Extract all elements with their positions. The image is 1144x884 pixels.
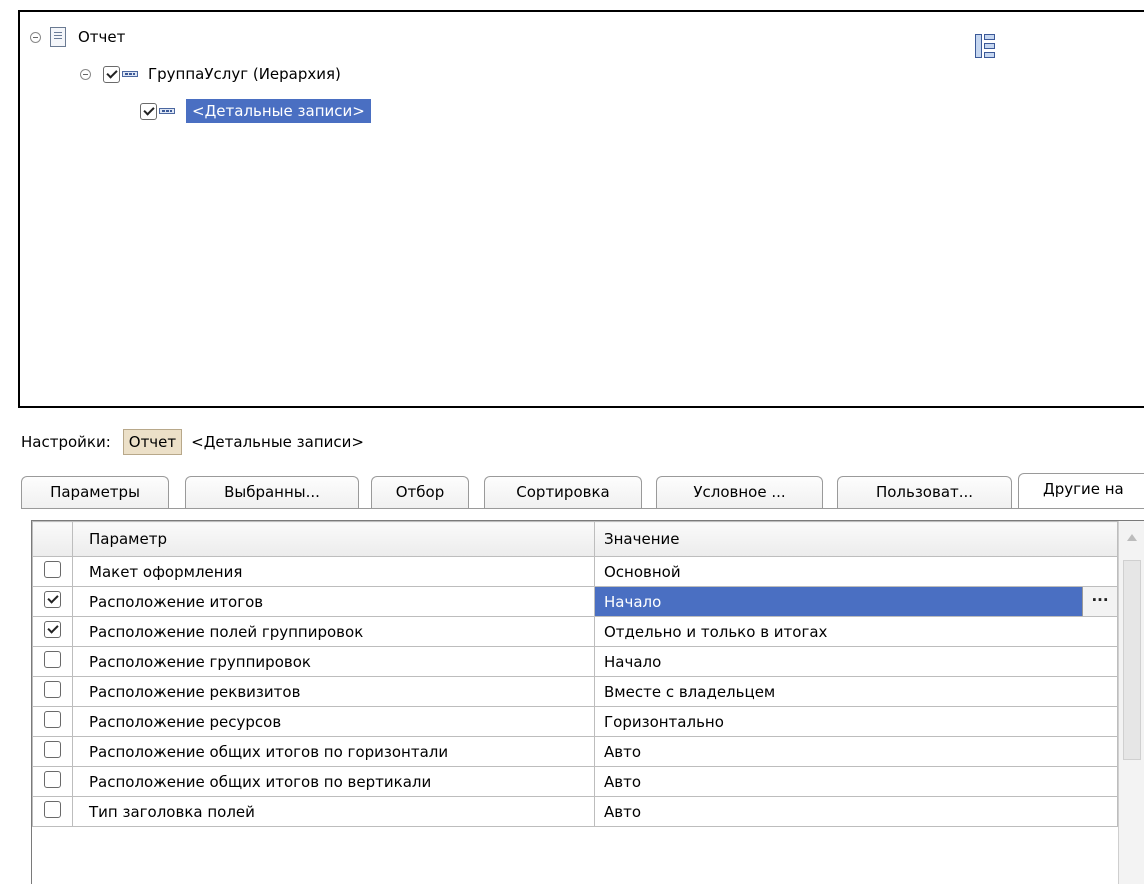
settings-selector: Настройки: Отчет <Детальные записи>	[21, 427, 364, 457]
table-row[interactable]: Расположение реквизитов Вместе с владель…	[32, 676, 1118, 707]
row-parameter[interactable]: Расположение реквизитов	[72, 676, 595, 707]
row-parameter[interactable]: Расположение общих итогов по вертикали	[72, 766, 595, 797]
structure-view-icon[interactable]	[975, 34, 995, 58]
table-header-row: Параметр Значение	[32, 521, 1118, 557]
row-parameter[interactable]: Расположение полей группировок	[72, 616, 595, 647]
row-parameter[interactable]: Расположение ресурсов	[72, 706, 595, 737]
row-checkbox-cell	[32, 586, 73, 617]
group-checkbox[interactable]	[103, 65, 120, 83]
table-row[interactable]: Расположение общих итогов по вертикали А…	[32, 766, 1118, 797]
tree-node-group-label: ГруппаУслуг (Иерархия)	[148, 65, 341, 83]
tab-user-fields[interactable]: Пользоват...	[837, 476, 1012, 509]
row-checkbox-cell	[32, 616, 73, 647]
row-checkbox[interactable]	[44, 771, 61, 788]
settings-detail-records-link[interactable]: <Детальные записи>	[191, 433, 364, 451]
table-row[interactable]: Расположение ресурсов Горизонтально	[32, 706, 1118, 737]
tree-node-service-group[interactable]: ГруппаУслуг (Иерархия)	[80, 62, 341, 86]
row-checkbox[interactable]	[44, 621, 61, 638]
collapse-icon[interactable]	[30, 31, 41, 43]
tree-node-report-label: Отчет	[78, 28, 126, 46]
table-row[interactable]: Расположение группировок Начало	[32, 646, 1118, 677]
row-parameter[interactable]: Тип заголовка полей	[72, 796, 595, 827]
row-value[interactable]: Отдельно и только в итогах	[594, 616, 1118, 647]
row-checkbox[interactable]	[44, 591, 61, 608]
row-value[interactable]: Горизонтально	[594, 706, 1118, 737]
row-checkbox[interactable]	[44, 561, 61, 578]
table-row[interactable]: Расположение итогов Начало ...	[32, 586, 1118, 617]
row-parameter[interactable]: Макет оформления	[72, 556, 595, 587]
report-structure-tree: Отчет ГруппаУслуг (Иерархия) <Детальные …	[18, 10, 1144, 408]
header-parameter[interactable]: Параметр	[72, 521, 595, 557]
scroll-up-icon[interactable]	[1127, 534, 1137, 541]
settings-label: Настройки:	[21, 433, 111, 451]
table-row[interactable]: Расположение общих итогов по горизонтали…	[32, 736, 1118, 767]
collapse-icon[interactable]	[80, 68, 91, 80]
choose-value-button[interactable]: ...	[1082, 587, 1117, 616]
row-checkbox[interactable]	[44, 681, 61, 698]
tab-parameters[interactable]: Параметры	[21, 476, 169, 509]
row-checkbox-cell	[32, 646, 73, 677]
row-value[interactable]: Авто	[594, 736, 1118, 767]
row-value[interactable]: Основной	[594, 556, 1118, 587]
report-document-icon	[50, 27, 66, 47]
header-checkbox-cell	[32, 521, 73, 557]
detail-checkbox[interactable]	[140, 102, 157, 120]
tree-node-detail-records[interactable]: <Детальные записи>	[140, 99, 371, 123]
settings-report-button[interactable]: Отчет	[122, 429, 183, 455]
vertical-scrollbar[interactable]	[1118, 521, 1144, 884]
table-row[interactable]: Расположение полей группировок Отдельно …	[32, 616, 1118, 647]
row-value-selected[interactable]: Начало ...	[594, 586, 1118, 617]
row-checkbox[interactable]	[44, 651, 61, 668]
row-checkbox[interactable]	[44, 741, 61, 758]
row-value-text: Начало	[604, 592, 662, 611]
other-settings-table: Параметр Значение Макет оформления Основ…	[31, 520, 1144, 884]
row-value[interactable]: Вместе с владельцем	[594, 676, 1118, 707]
row-value[interactable]: Авто	[594, 766, 1118, 797]
row-checkbox[interactable]	[44, 801, 61, 818]
row-value[interactable]: Начало	[594, 646, 1118, 677]
settings-tabs: Параметры Выбранны... Отбор Сортировка У…	[21, 473, 1144, 509]
row-checkbox-cell	[32, 796, 73, 827]
tab-selected-fields[interactable]: Выбранны...	[185, 476, 359, 509]
tree-node-report[interactable]: Отчет	[30, 25, 125, 49]
row-checkbox-cell	[32, 766, 73, 797]
table-row[interactable]: Тип заголовка полей Авто	[32, 796, 1118, 827]
scrollbar-thumb[interactable]	[1123, 560, 1141, 760]
grouping-icon	[122, 71, 138, 77]
row-parameter[interactable]: Расположение группировок	[72, 646, 595, 677]
row-parameter[interactable]: Расположение общих итогов по горизонтали	[72, 736, 595, 767]
row-value[interactable]: Авто	[594, 796, 1118, 827]
tab-filter[interactable]: Отбор	[371, 476, 469, 509]
tree-node-detail-label: <Детальные записи>	[186, 99, 371, 123]
tab-other-settings[interactable]: Другие на	[1018, 473, 1144, 509]
tab-sorting[interactable]: Сортировка	[484, 476, 642, 509]
header-value[interactable]: Значение	[594, 521, 1118, 557]
row-parameter[interactable]: Расположение итогов	[72, 586, 595, 617]
tab-conditional-formatting[interactable]: Условное ...	[656, 476, 823, 509]
row-checkbox-cell	[32, 736, 73, 767]
grouping-icon	[159, 108, 175, 114]
row-checkbox-cell	[32, 556, 73, 587]
table-row[interactable]: Макет оформления Основной	[32, 556, 1118, 587]
row-checkbox-cell	[32, 706, 73, 737]
tabs-divider	[21, 508, 1144, 509]
row-checkbox-cell	[32, 676, 73, 707]
row-checkbox[interactable]	[44, 711, 61, 728]
